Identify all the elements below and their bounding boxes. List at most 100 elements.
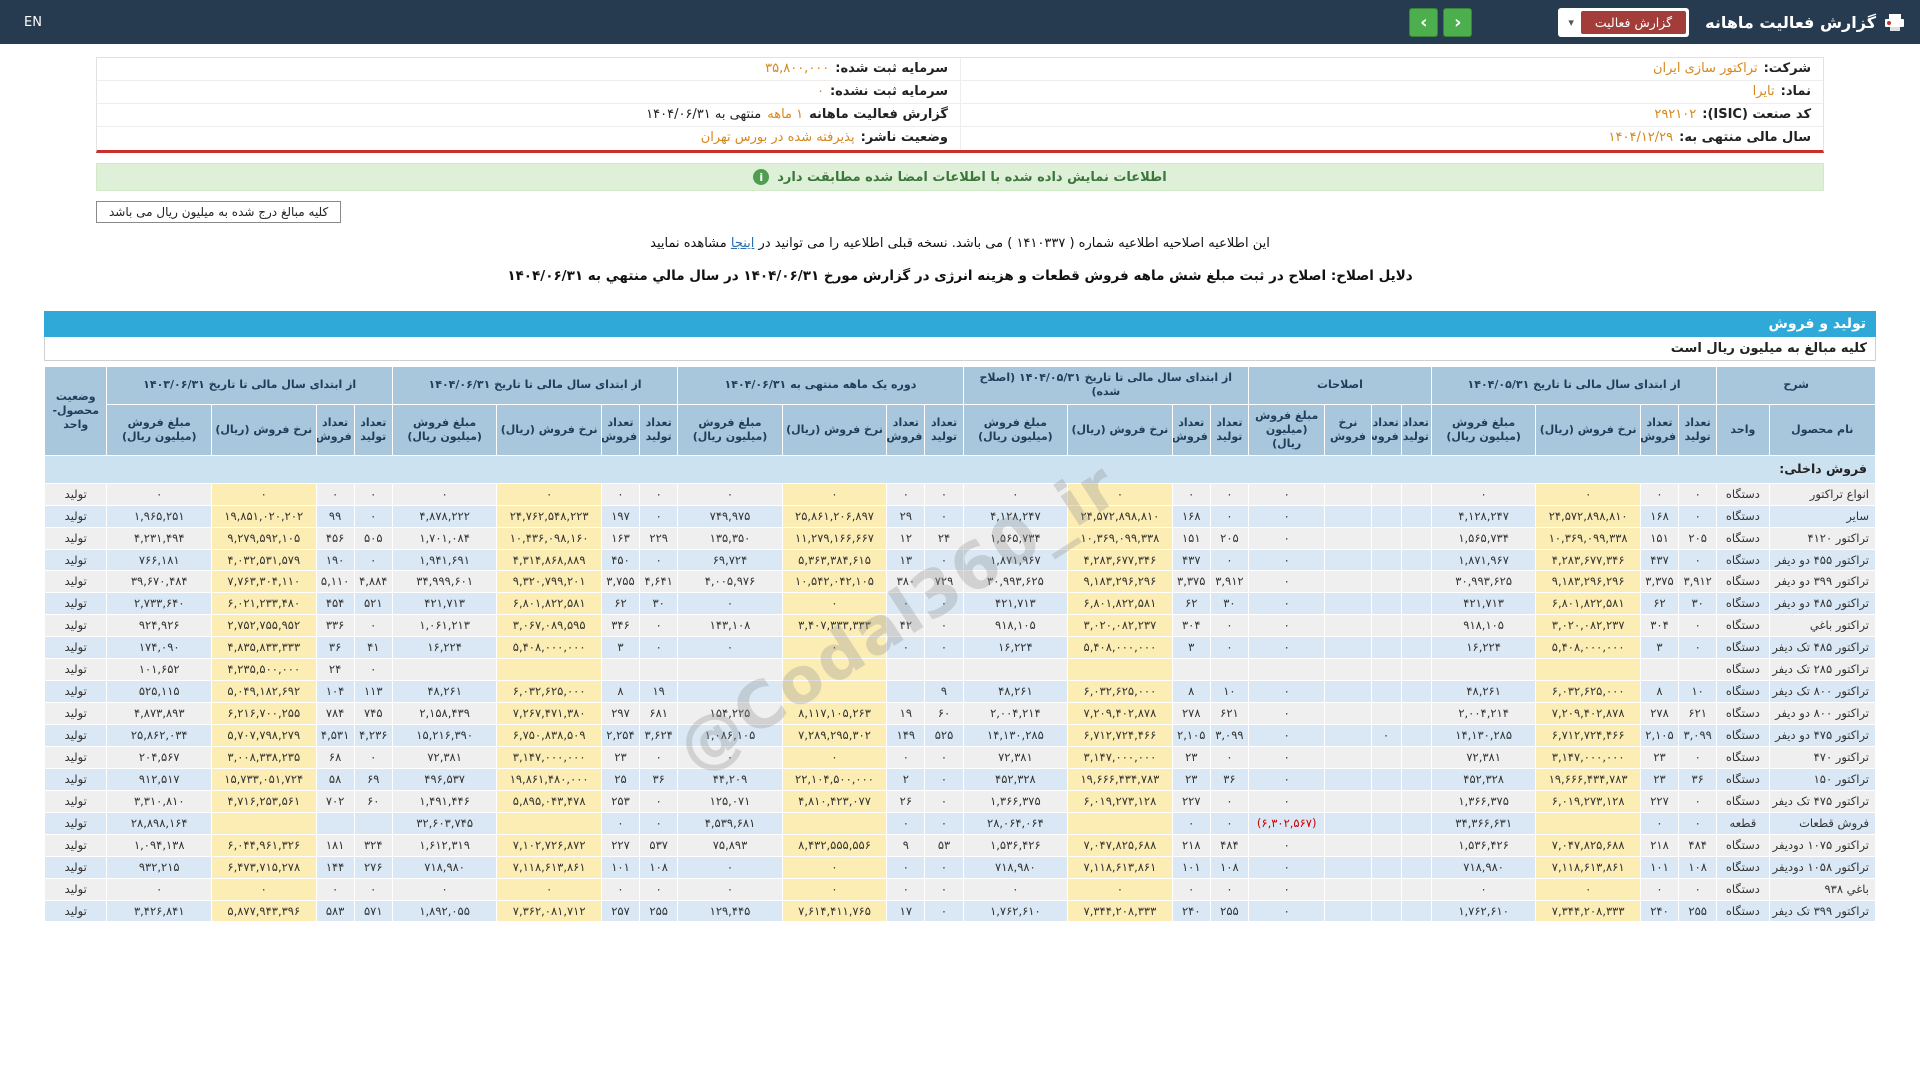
- value-cell: [1370, 570, 1402, 594]
- value-cell: ۰: [677, 592, 783, 616]
- value-cell: ۵,۴۰۸,۰۰۰,۰۰۰: [1067, 636, 1173, 660]
- value-cell: ۴,۶۴۱: [639, 570, 679, 594]
- value-cell: ۷,۷۶۳,۳۰۴,۱۱۰: [211, 570, 317, 594]
- column-group-header: از ابتدای سال مالی تا تاریخ ۱۴۰۴/۰۵/۳۱ (…: [962, 366, 1250, 405]
- print-icon[interactable]: [1885, 13, 1904, 31]
- value-cell: ۶,۷۱۲,۷۲۴,۴۶۶: [1535, 724, 1641, 747]
- value-cell: ۰: [639, 745, 679, 769]
- value-cell: ۰: [600, 482, 641, 506]
- column-sub-header: نرخ فروش (ریال): [1067, 403, 1173, 457]
- value-cell: ۴۲: [886, 614, 926, 638]
- status-cell: تولید: [43, 504, 108, 528]
- value-cell: [1324, 877, 1372, 901]
- prev-period-button[interactable]: ‹: [1443, 7, 1473, 37]
- info-left-row: سرمایه ثبت شده: ۳۵,۸۰۰,۰۰۰: [97, 58, 960, 81]
- value-cell: [1400, 789, 1432, 813]
- value-cell: [1324, 680, 1372, 704]
- column-sub-header: تعداد تولید: [1400, 403, 1432, 457]
- value-cell: [1370, 811, 1402, 835]
- value-cell: ۴,۳۱۴,۸۶۸,۸۸۹: [496, 548, 602, 572]
- language-switch[interactable]: EN: [24, 15, 42, 30]
- period-nav: ‹ ›: [1409, 7, 1473, 37]
- value-cell: ۱۵۴,۲۲۵: [677, 702, 783, 726]
- value-cell: ۰: [1430, 482, 1537, 506]
- status-cell: تولید: [43, 592, 108, 616]
- value-cell: ۰: [353, 504, 393, 528]
- table-section-row: فروش داخلی:: [44, 455, 1876, 484]
- value-cell: ۰: [886, 855, 926, 879]
- value-cell: [962, 658, 1069, 682]
- value-cell: ۰: [106, 482, 213, 506]
- value-cell: ۰: [924, 899, 964, 923]
- value-cell: ۰: [1247, 702, 1326, 726]
- value-cell: ۰: [1678, 548, 1718, 572]
- value-cell: ۰: [1639, 877, 1680, 901]
- value-cell: ۴,۷۱۶,۲۵۳,۵۶۱: [211, 789, 317, 813]
- unit-cell: دستگاه: [1716, 702, 1770, 726]
- value-cell: ۰: [600, 811, 641, 835]
- status-cell: تولید: [43, 899, 108, 923]
- value-cell: ۰: [639, 811, 679, 835]
- table-row: تراکتور ۸۰۰ تک دیفر دستگاه ۱۰ ۸ ۶,۰۳۲,۶۲۵,۰۰…: [43, 680, 1876, 704]
- info-label: سرمایه ثبت شده:: [835, 61, 948, 76]
- value-cell: ۱,۷۶۲,۶۱۰: [962, 899, 1069, 923]
- value-cell: ۱۹,۸۶۱,۴۸۰,۰۰۰: [496, 767, 602, 791]
- value-cell: ۰: [924, 548, 964, 572]
- value-cell: ۰: [1247, 833, 1326, 857]
- value-cell: ۲۱۸: [1171, 833, 1211, 857]
- value-cell: [1370, 899, 1402, 923]
- value-cell: ۰: [781, 855, 888, 879]
- value-cell: ۳: [1171, 636, 1211, 660]
- previous-version-link[interactable]: اینجا: [731, 236, 755, 251]
- value-cell: ۳,۱۴۷,۰۰۰,۰۰۰: [1535, 745, 1641, 769]
- value-cell: ۱۰۸: [639, 855, 679, 879]
- column-group-header: از ابتدای سال مالی تا تاریخ ۱۴۰۴/۰۵/۳۱: [1430, 366, 1718, 405]
- value-cell: ۱,۸۷۱,۹۶۷: [1430, 548, 1537, 572]
- value-cell: ۰: [600, 877, 641, 901]
- next-period-button[interactable]: ›: [1409, 7, 1439, 37]
- report-type-button[interactable]: گزارش فعالیت: [1580, 10, 1687, 34]
- value-cell: [886, 680, 926, 704]
- value-cell: ۳۶: [1678, 767, 1718, 791]
- value-cell: ۰: [1067, 482, 1173, 506]
- value-cell: ۲۲۷: [1171, 789, 1211, 813]
- value-cell: ۱۶۸: [1639, 504, 1680, 528]
- product-name-cell: تراکتور ۲۸۵ تک دیفر: [1768, 658, 1876, 682]
- info-left-row: وضعیت ناشر: پذیرفته شده در بورس تهران: [97, 127, 960, 150]
- value-cell: ۴۲۱,۷۱۳: [962, 592, 1069, 616]
- value-cell: [496, 811, 602, 835]
- value-cell: ۶۸: [315, 745, 355, 769]
- product-name-cell: تراکتور ۱۵۰: [1768, 767, 1876, 791]
- value-cell: [1370, 855, 1402, 879]
- value-cell: ۷۰۲: [315, 789, 355, 813]
- value-cell: ۲۵,۸۶۱,۲۰۶,۸۹۷: [781, 504, 888, 528]
- value-cell: ۱۰۸: [1209, 855, 1250, 879]
- report-type-dropdown[interactable]: گزارش فعالیت ▾: [1558, 7, 1690, 37]
- value-cell: ۱۹: [639, 680, 679, 704]
- correction-notice-pre: این اطلاعیه اصلاحیه اطلاعیه شماره ( ۱۴۱۰…: [754, 236, 1270, 251]
- value-cell: ۲: [886, 767, 926, 791]
- value-cell: ۶,۰۴۴,۹۶۱,۳۲۶: [211, 833, 317, 857]
- value-cell: ۲۷۸: [1171, 702, 1211, 726]
- value-cell: ۰: [1209, 789, 1250, 813]
- value-cell: [1370, 658, 1402, 682]
- value-cell: ۰: [496, 482, 602, 506]
- value-cell: ۳,۰۶۷,۰۸۹,۵۹۵: [496, 614, 602, 638]
- value-cell: ۶,۷۱۲,۷۲۴,۴۶۶: [1067, 724, 1173, 747]
- value-cell: ۸: [1171, 680, 1211, 704]
- value-cell: [1324, 614, 1372, 638]
- status-cell: تولید: [43, 724, 108, 747]
- column-sub-header: نرخ فروش (ریال): [211, 403, 317, 457]
- value-cell: ۰: [1247, 482, 1326, 506]
- value-cell: ۶,۰۳۲,۶۲۵,۰۰۰: [1535, 680, 1641, 704]
- value-cell: ۷,۳۴۴,۲۰۸,۳۳۳: [1067, 899, 1173, 923]
- value-cell: ۶۸۱: [639, 702, 679, 726]
- product-name-cell: سایر: [1768, 504, 1876, 528]
- column-group-header: اصلاحات: [1248, 366, 1432, 405]
- status-cell: تولید: [43, 833, 108, 857]
- value-cell: ۵۲۵,۱۱۵: [106, 680, 213, 704]
- chevron-down-icon: ▾: [1568, 15, 1574, 29]
- value-cell: ۰: [639, 789, 679, 813]
- value-cell: ۰: [677, 636, 783, 660]
- value-cell: ۴,۲۳۶: [353, 724, 393, 747]
